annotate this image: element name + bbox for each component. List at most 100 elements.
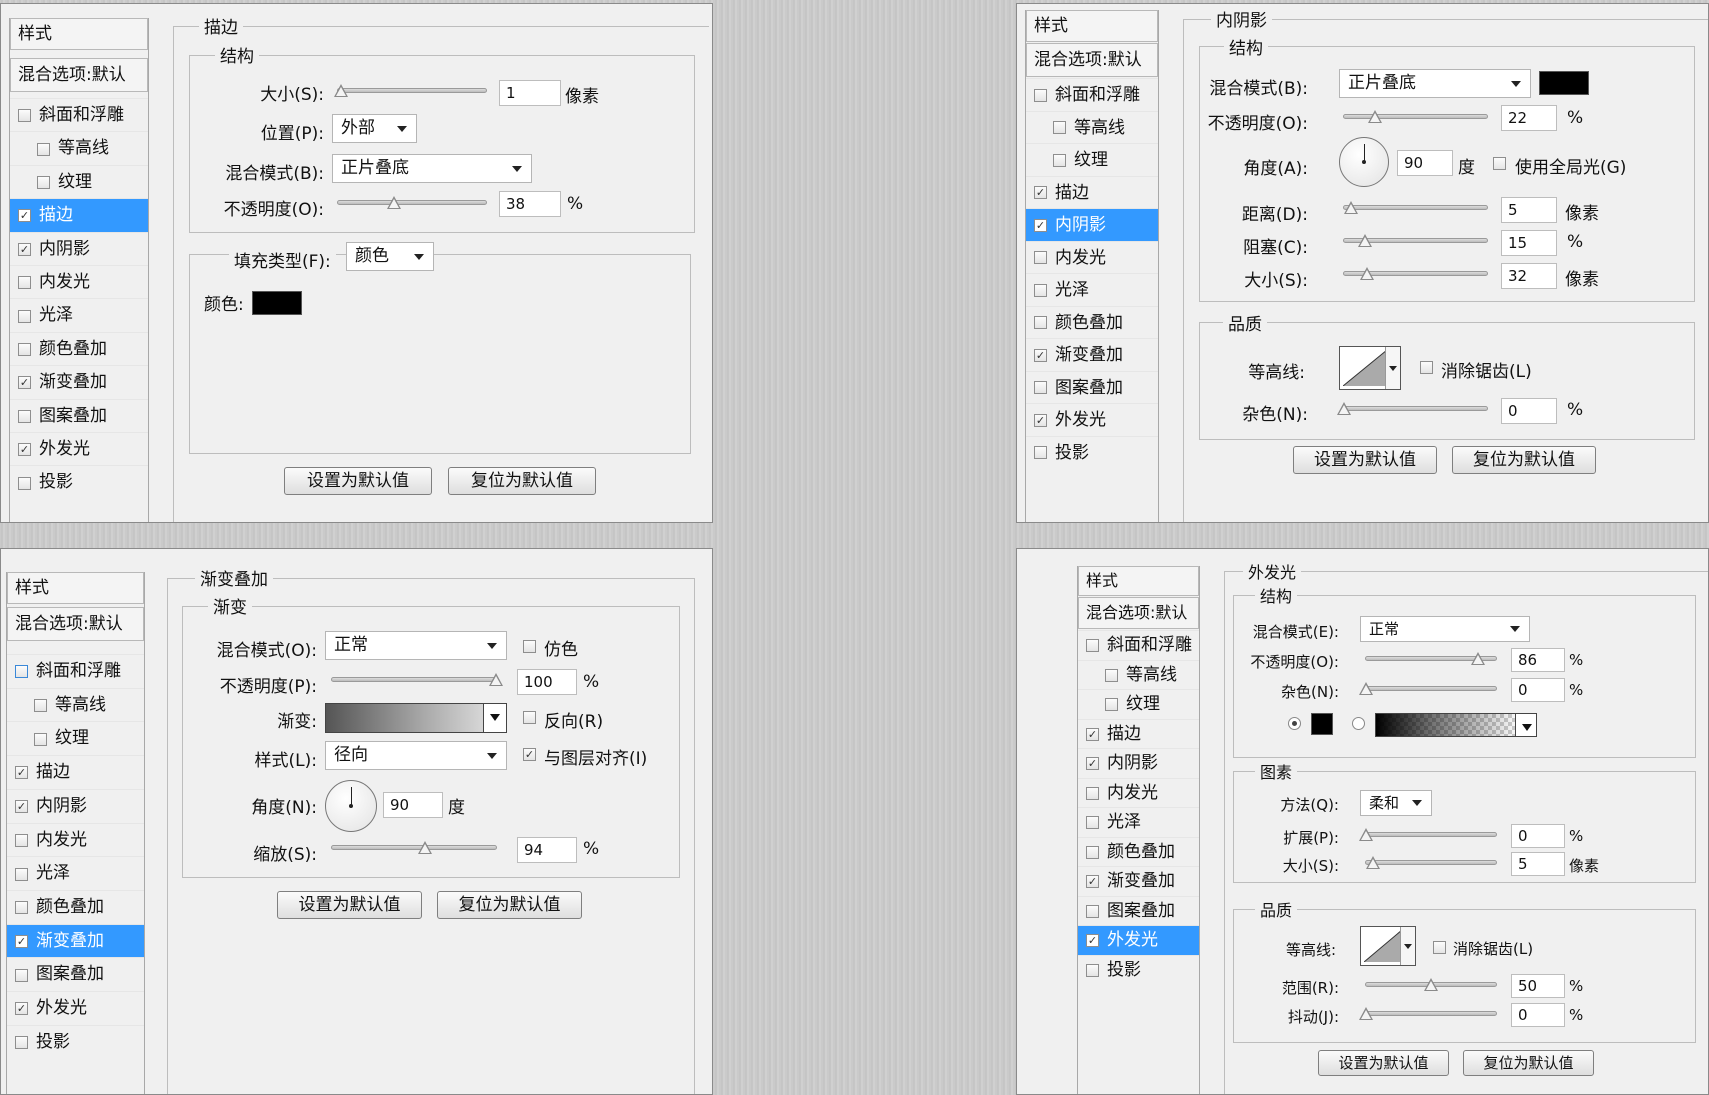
jitter-slider[interactable]: [1359, 1007, 1497, 1020]
sidebar-item[interactable]: 图案叠加: [1026, 370, 1158, 404]
style-checkbox[interactable]: [1034, 283, 1047, 297]
reset-default-button[interactable]: 复位为默认值: [1463, 1050, 1594, 1076]
style-checkbox[interactable]: [1086, 639, 1099, 653]
gradient-picker[interactable]: [325, 703, 507, 733]
angle-dial[interactable]: [325, 780, 377, 832]
set-default-button[interactable]: 设置为默认值: [1293, 446, 1437, 474]
style-checkbox[interactable]: ✓: [15, 1002, 28, 1016]
antialias-checkbox[interactable]: [1433, 941, 1446, 954]
sidebar-item[interactable]: 纹理: [1026, 143, 1158, 176]
noise-input[interactable]: 0: [1511, 678, 1565, 702]
sidebar-item[interactable]: 斜面和浮雕: [1026, 78, 1158, 111]
blend-mode-select[interactable]: 正片叠底: [332, 154, 532, 183]
sidebar-item[interactable]: ✓ 描边: [1026, 175, 1158, 209]
style-checkbox[interactable]: [15, 968, 28, 982]
range-input[interactable]: 50: [1511, 974, 1565, 998]
size-slider[interactable]: [1365, 856, 1497, 869]
sidebar-item[interactable]: ✓ 外发光: [1026, 403, 1158, 436]
set-default-button[interactable]: 设置为默认值: [284, 467, 432, 495]
blending-options-default[interactable]: 混合选项:默认: [7, 607, 144, 641]
opacity-slider-thumb[interactable]: [1470, 652, 1485, 665]
style-checkbox[interactable]: [18, 276, 31, 290]
sidebar-item[interactable]: ✓ 内阴影: [7, 788, 144, 823]
sidebar-item[interactable]: ✓ 渐变叠加: [1026, 338, 1158, 371]
opacity-input[interactable]: 86: [1511, 648, 1565, 672]
sidebar-item[interactable]: 等高线: [10, 131, 148, 164]
style-checkbox[interactable]: ✓: [18, 242, 31, 256]
opacity-slider[interactable]: [337, 196, 487, 209]
sidebar-item[interactable]: 等高线: [1026, 110, 1158, 144]
sidebar-item[interactable]: 内发光: [10, 265, 148, 298]
blend-mode-select[interactable]: 正片叠底: [1339, 69, 1531, 98]
style-checkbox[interactable]: [1034, 251, 1047, 265]
sidebar-item[interactable]: 纹理: [7, 721, 144, 755]
contour-picker[interactable]: [1339, 346, 1401, 390]
reverse-checkbox[interactable]: [523, 711, 536, 724]
blending-options-default[interactable]: 混合选项:默认: [1078, 597, 1199, 629]
spread-input[interactable]: 0: [1511, 824, 1565, 848]
style-checkbox[interactable]: [1086, 845, 1099, 859]
choke-input[interactable]: 15: [1501, 230, 1557, 256]
size-input[interactable]: 1: [499, 80, 561, 106]
glow-gradient-picker[interactable]: [1375, 713, 1537, 737]
style-checkbox[interactable]: ✓: [1034, 218, 1047, 232]
choke-slider[interactable]: [1343, 234, 1488, 247]
size-slider[interactable]: [1343, 267, 1488, 280]
sidebar-item[interactable]: 光泽: [1078, 807, 1199, 837]
jitter-slider-thumb[interactable]: [1359, 1007, 1373, 1020]
opacity-input[interactable]: 38: [499, 191, 561, 217]
scale-slider[interactable]: [331, 841, 497, 854]
style-checkbox[interactable]: [1034, 446, 1047, 460]
opacity-slider-thumb[interactable]: [387, 196, 402, 209]
style-checkbox[interactable]: ✓: [15, 800, 28, 814]
distance-slider-thumb[interactable]: [1344, 201, 1359, 214]
style-checkbox[interactable]: ✓: [18, 376, 31, 390]
sidebar-item[interactable]: 光泽: [10, 298, 148, 331]
style-checkbox[interactable]: ✓: [18, 443, 31, 457]
angle-input[interactable]: 90: [383, 792, 443, 818]
sidebar-item[interactable]: 等高线: [1078, 659, 1199, 690]
style-checkbox[interactable]: [1034, 88, 1047, 102]
sidebar-item[interactable]: 等高线: [7, 687, 144, 722]
sidebar-item[interactable]: 内发光: [1026, 240, 1158, 274]
sidebar-item[interactable]: 斜面和浮雕: [7, 654, 144, 688]
opacity-slider-thumb[interactable]: [1368, 110, 1383, 123]
sidebar-item[interactable]: ✓ 描边: [1078, 718, 1199, 749]
sidebar-item[interactable]: ✓ 描边: [10, 198, 148, 232]
style-checkbox[interactable]: [15, 665, 28, 679]
style-checkbox[interactable]: ✓: [15, 934, 28, 948]
sidebar-item[interactable]: ✓ 外发光: [1078, 925, 1199, 955]
sidebar-item[interactable]: 斜面和浮雕: [1078, 630, 1199, 660]
scale-slider-thumb[interactable]: [418, 841, 433, 854]
style-checkbox[interactable]: [15, 833, 28, 847]
glow-color-swatch[interactable]: [1311, 713, 1333, 735]
blending-options-default[interactable]: 混合选项:默认: [1026, 43, 1158, 77]
size-slider-thumb[interactable]: [333, 84, 348, 97]
solid-color-radio[interactable]: [1288, 717, 1301, 730]
style-checkbox[interactable]: [1053, 121, 1066, 135]
choke-slider-thumb[interactable]: [1358, 234, 1373, 247]
range-slider[interactable]: [1365, 978, 1497, 991]
sidebar-item[interactable]: 颜色叠加: [7, 889, 144, 924]
reset-default-button[interactable]: 复位为默认值: [1452, 446, 1596, 474]
style-checkbox[interactable]: [34, 732, 47, 746]
scale-input[interactable]: 94: [517, 837, 577, 863]
opacity-slider[interactable]: [331, 673, 503, 686]
sidebar-item[interactable]: 投影: [1026, 435, 1158, 469]
style-checkbox[interactable]: [15, 867, 28, 881]
spread-slider-thumb[interactable]: [1359, 828, 1373, 841]
opacity-slider[interactable]: [1343, 110, 1488, 123]
style-checkbox[interactable]: [1053, 153, 1066, 167]
size-input[interactable]: 32: [1501, 263, 1557, 289]
style-checkbox[interactable]: [1086, 963, 1099, 977]
sidebar-item[interactable]: 图案叠加: [7, 957, 144, 991]
sidebar-item[interactable]: ✓ 渐变叠加: [10, 365, 148, 398]
style-checkbox[interactable]: [1086, 786, 1099, 800]
noise-slider-thumb[interactable]: [1359, 682, 1373, 695]
style-checkbox[interactable]: [34, 699, 47, 713]
angle-dial[interactable]: [1339, 137, 1389, 187]
sidebar-item[interactable]: 图案叠加: [1078, 895, 1199, 926]
style-checkbox[interactable]: [37, 175, 50, 189]
style-checkbox[interactable]: [15, 1036, 28, 1050]
opacity-slider[interactable]: [1365, 652, 1497, 665]
